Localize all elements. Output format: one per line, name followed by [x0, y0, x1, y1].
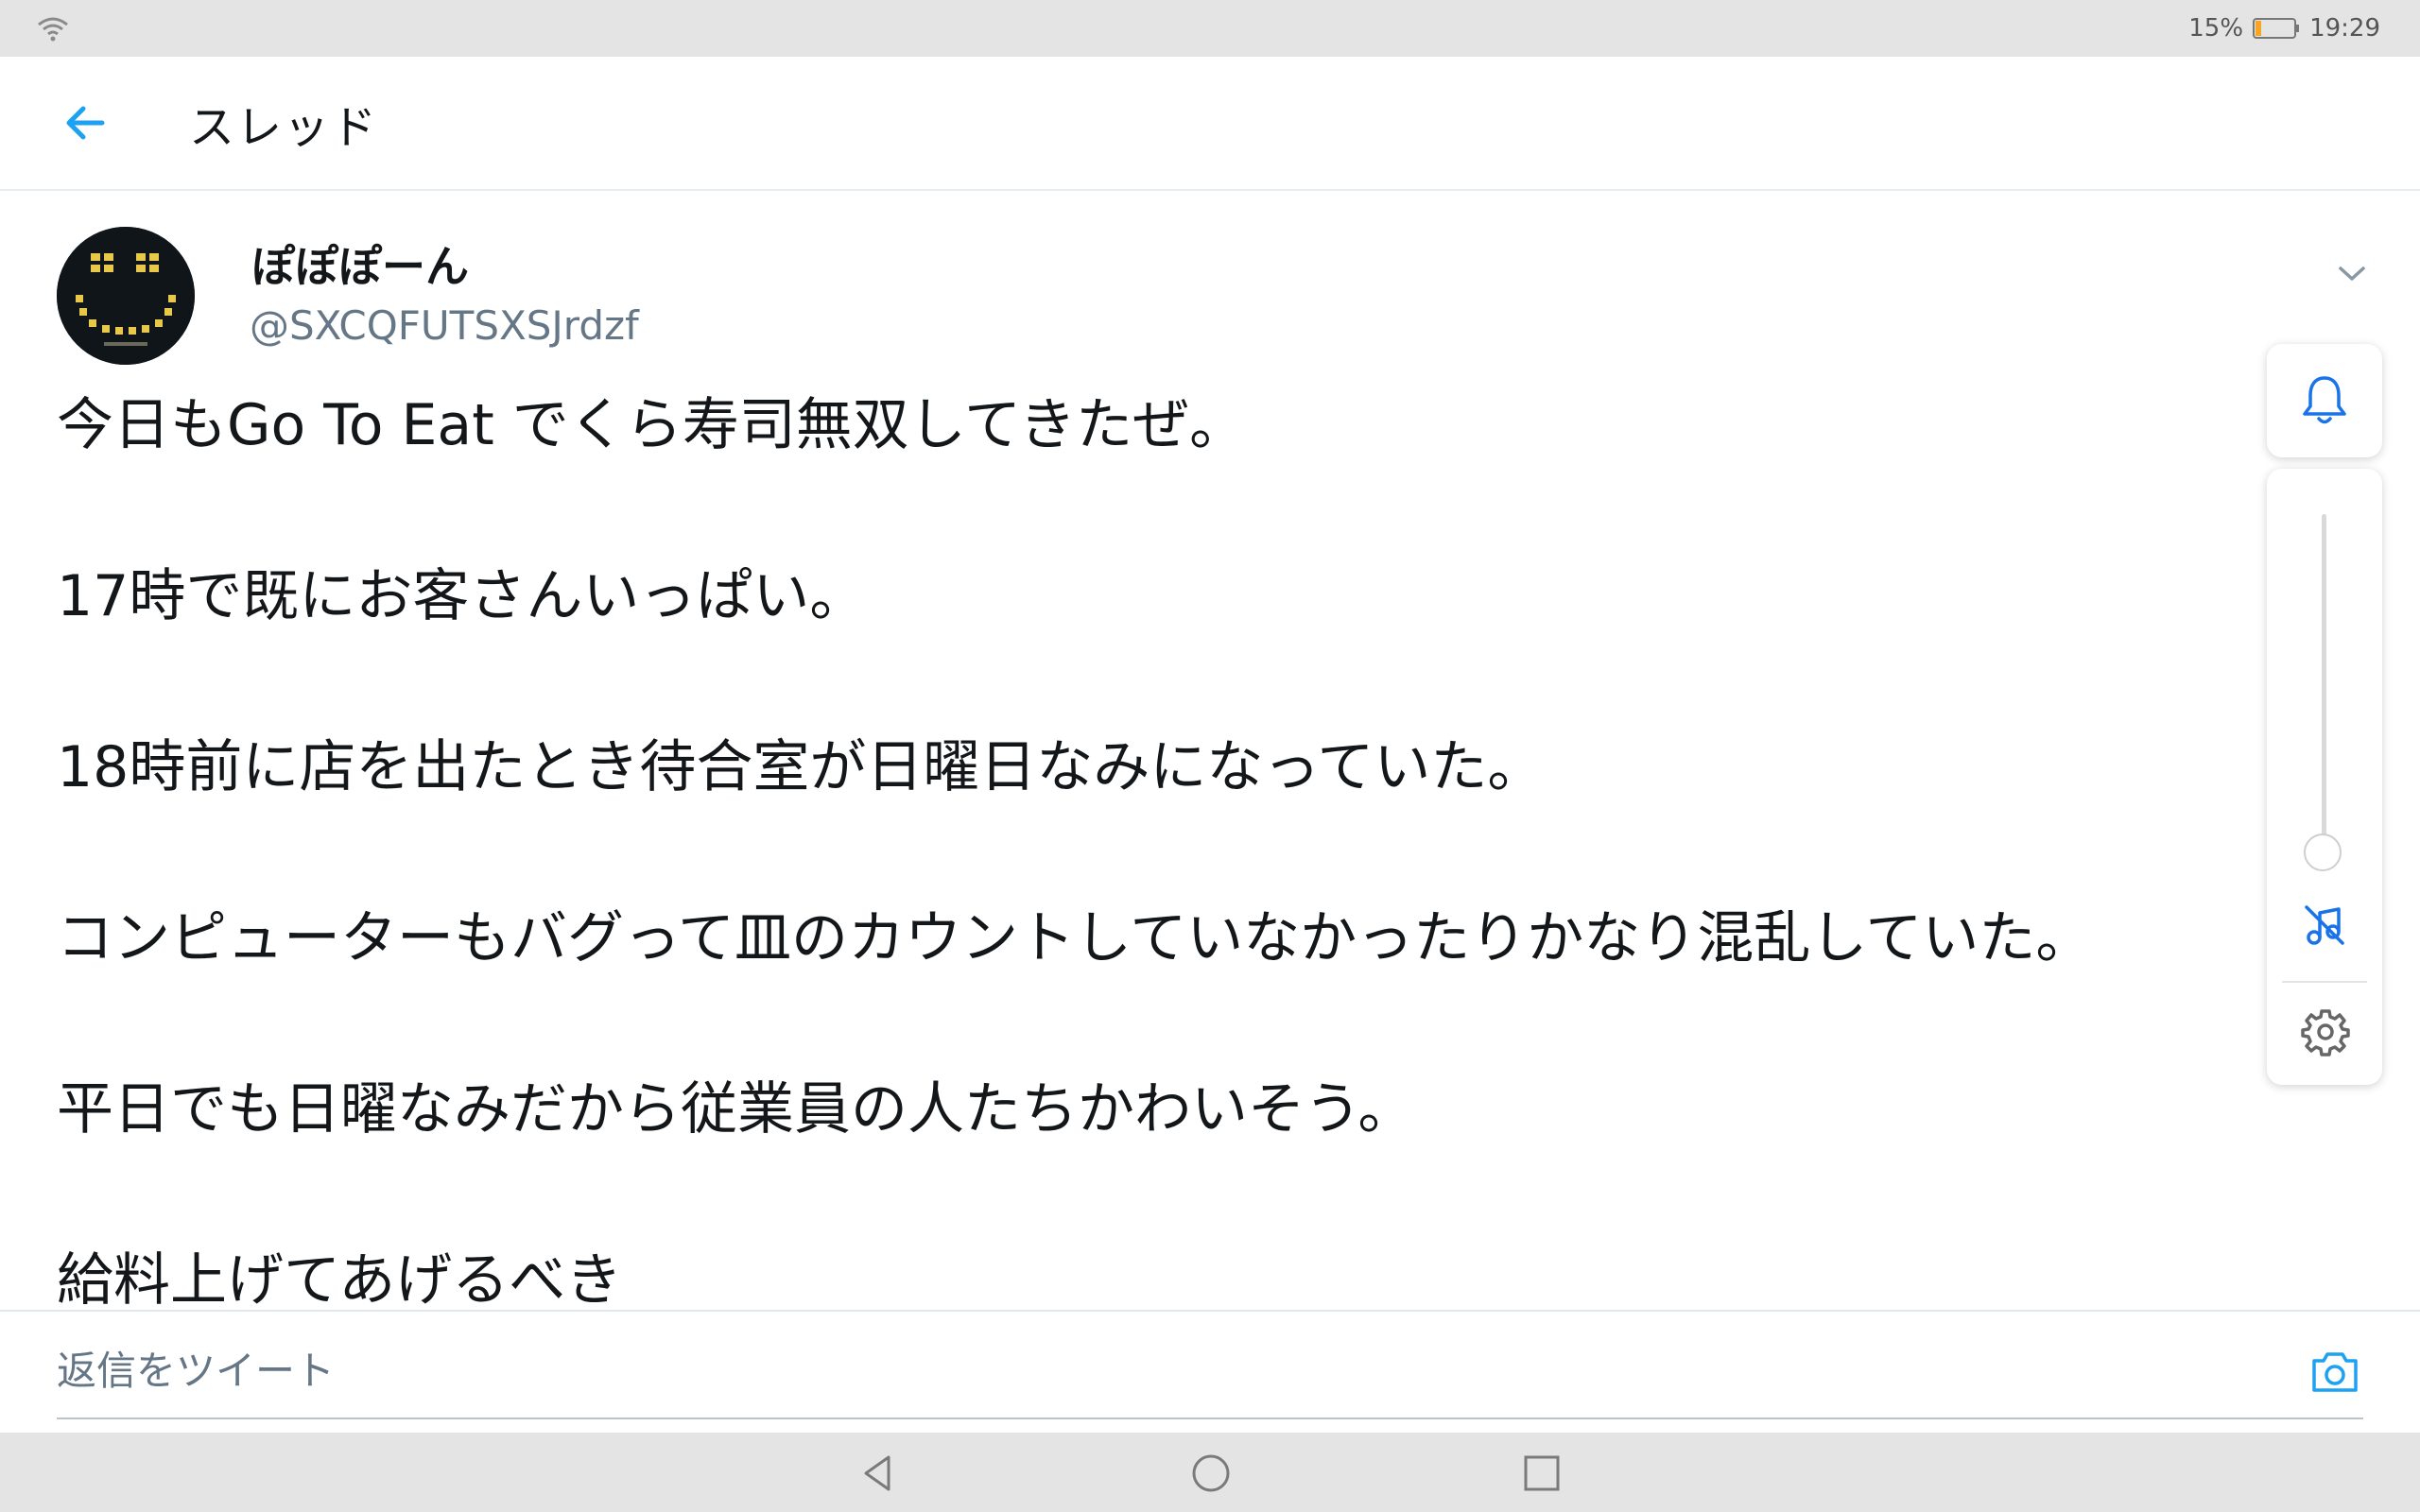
- music-off-icon[interactable]: [2301, 902, 2348, 949]
- tweet-paragraph: 18時前に店を出たとき待合室が日曜日なみになっていた。: [57, 734, 1545, 800]
- reply-underline: [57, 1418, 2363, 1419]
- volume-slider-thumb[interactable]: [2304, 833, 2342, 871]
- notification-button[interactable]: [2267, 344, 2382, 457]
- status-bar: 15% 19:29: [0, 0, 2420, 57]
- navigation-bar: [0, 1433, 2420, 1512]
- status-right: 15% 19:29: [2188, 0, 2380, 57]
- wifi-icon: [38, 17, 68, 42]
- volume-slider[interactable]: [2322, 514, 2326, 856]
- back-triangle-icon[interactable]: [856, 1452, 900, 1495]
- clock: 19:29: [2309, 14, 2380, 43]
- tweet-text: 今日もGo To Eat でくら寿司無双してきたぜ。 17時で既にお客さんいっぱ…: [57, 391, 2259, 1311]
- gear-icon[interactable]: [2301, 1007, 2350, 1057]
- app-bar: スレッド: [0, 57, 2420, 191]
- author-name[interactable]: ぽぽぽーん: [251, 232, 469, 295]
- smiley-avatar-image: [57, 227, 195, 365]
- recent-square-icon[interactable]: [1520, 1452, 1564, 1495]
- bell-icon: [2303, 376, 2346, 424]
- chevron-down-icon[interactable]: [2333, 259, 2371, 287]
- reply-bar: [0, 1310, 2420, 1435]
- tweet-paragraph: 給料上げてあげるべき: [57, 1247, 623, 1311]
- battery-percent: 15%: [2188, 14, 2244, 43]
- camera-icon[interactable]: [2308, 1346, 2361, 1399]
- tweet-paragraph: 平日でも日曜なみだから従業員の人たちかわいそう。: [57, 1076, 1415, 1143]
- tweet-paragraph: 17時で既にお客さんいっぱい。: [57, 563, 867, 629]
- panel-divider: [2282, 981, 2367, 983]
- home-circle-icon[interactable]: [1189, 1452, 1233, 1495]
- author-handle[interactable]: @SXCQFUTSXSJrdzf: [250, 302, 639, 349]
- battery-icon: [2253, 18, 2300, 39]
- tweet-paragraph: コンピューターもバグって皿のカウントしていなかったりかなり混乱していた。: [57, 905, 2093, 971]
- tweet: ぽぽぽーん @SXCQFUTSXSJrdzf 今日もGo To Eat でくら寿…: [0, 191, 2420, 1311]
- reply-input[interactable]: [57, 1348, 1191, 1394]
- page-title: スレッド: [189, 101, 379, 154]
- avatar[interactable]: [57, 227, 195, 365]
- volume-panel: [2267, 469, 2382, 1085]
- tweet-paragraph: 今日もGo To Eat でくら寿司無双してきたぜ。: [57, 392, 1247, 458]
- arrow-left-icon[interactable]: [59, 96, 112, 149]
